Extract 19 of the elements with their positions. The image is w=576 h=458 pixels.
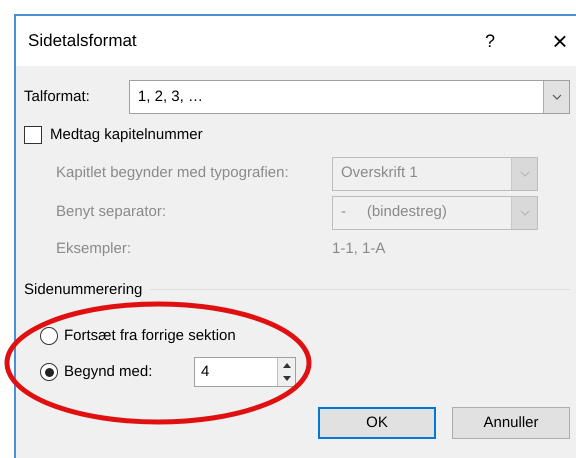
chevron-down-icon [520,170,530,176]
help-button[interactable]: ? [470,28,510,54]
radio-button[interactable]: Begynd med: [40,360,184,384]
number-spinner[interactable]: 4 [194,357,296,387]
close-button[interactable]: × [540,28,576,54]
group-label: Sidenummerering [24,280,142,300]
chevron-down-icon [552,94,562,100]
checkbox[interactable]: Medtag kapitelnummer [24,124,570,146]
field-label: Talformat: [24,86,91,107]
example-value: 1-1, 1-A [332,239,386,260]
ok-button[interactable]: OK [318,407,436,439]
chevron-down-icon [520,210,530,216]
radio-button[interactable]: Fortsæt fra forrige sektion [40,324,236,348]
cancel-button[interactable]: Annuller [452,407,570,439]
field-label: Benyt separator: [55,202,168,222]
window-title: Sidetalsformat [28,30,138,52]
field-label: Eksempler: [55,239,132,260]
dropdown[interactable]: 1, 2, 3, … [128,80,570,114]
field-label: Kapitlet begynder med typografien: [55,163,290,184]
